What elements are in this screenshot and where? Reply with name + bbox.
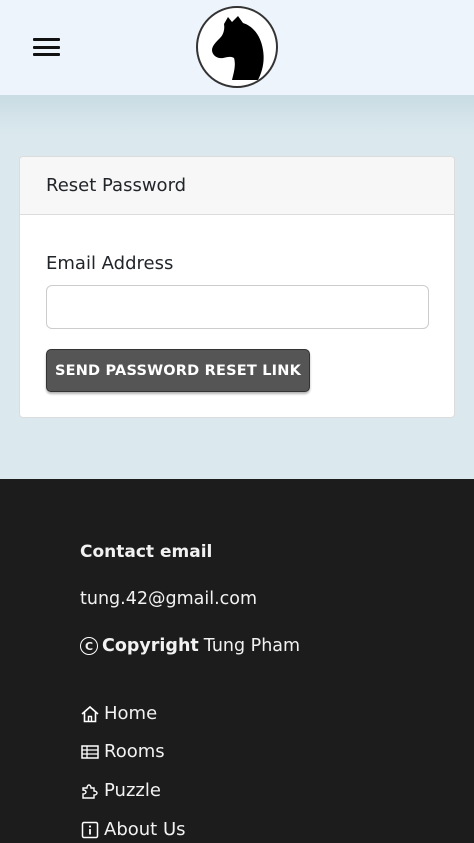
puzzle-icon [82, 783, 98, 799]
horse-head-icon[interactable] [196, 6, 278, 88]
copyright: C Copyright Tung Pham [80, 636, 300, 656]
footer-link-label: Puzzle [104, 780, 161, 801]
footer-link-home[interactable]: Home [80, 703, 157, 724]
email-label: Email Address [46, 253, 174, 274]
hamburger-icon[interactable] [33, 38, 60, 56]
info-icon [81, 821, 99, 838]
navbar [0, 0, 474, 95]
footer-link-label: Rooms [104, 741, 165, 762]
footer-link-puzzle[interactable]: Puzzle [80, 780, 161, 801]
contact-email: tung.42@gmail.com [80, 589, 258, 609]
footer: Contact email tung.42@gmail.com C Copyri… [0, 479, 474, 843]
footer-link-rooms[interactable]: Rooms [80, 741, 165, 762]
header-shadow-band [0, 95, 474, 135]
copyright-icon: C [80, 637, 98, 655]
footer-link-label: About Us [104, 819, 186, 840]
contact-heading: Contact email [80, 542, 213, 562]
email-input[interactable] [46, 285, 429, 329]
card-title: Reset Password [20, 157, 454, 215]
copyright-label: Copyright [102, 636, 199, 656]
home-icon [81, 705, 99, 722]
table-icon [81, 744, 99, 759]
reset-password-card: Reset Password Email Address SEND PASSWO… [19, 156, 455, 418]
footer-link-label: Home [104, 703, 158, 724]
send-reset-link-button[interactable]: SEND PASSWORD RESET LINK [46, 349, 310, 392]
footer-link-about-us[interactable]: About Us [80, 819, 186, 840]
copyright-name: Tung Pham [203, 636, 301, 656]
